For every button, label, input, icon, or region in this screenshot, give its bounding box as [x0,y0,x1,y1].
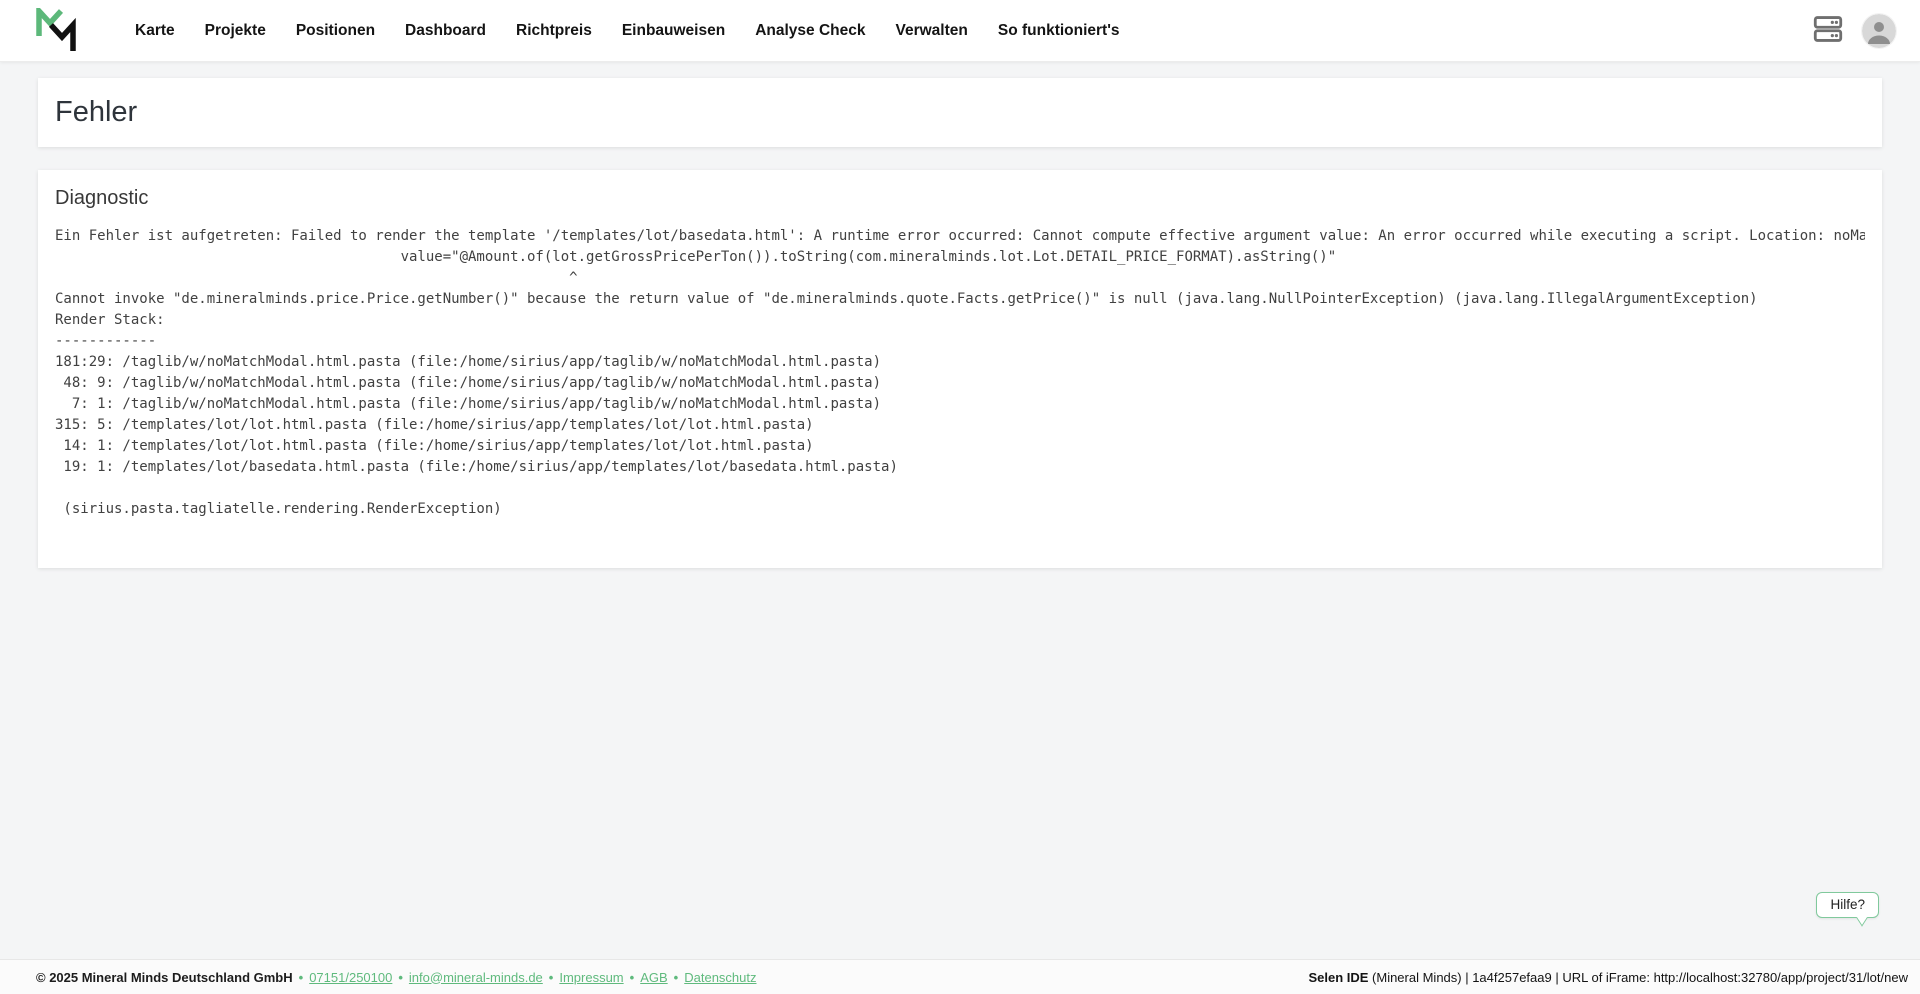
nav-right-actions [1812,14,1896,48]
diagnostic-heading: Diagnostic [55,187,1865,210]
nav-item-positionen[interactable]: Positionen [281,14,390,48]
nav-item-projekte[interactable]: Projekte [190,14,281,48]
footer-ide-name: Selen IDE [1308,970,1368,985]
footer-link-email[interactable]: info@mineral-minds.de [409,970,543,985]
footer-debug-info: Selen IDE (Mineral Minds) | 1a4f257efaa9… [1308,970,1908,985]
nav-item-dashboard[interactable]: Dashboard [390,14,501,48]
footer-separator: • [549,970,554,985]
footer-separator: • [674,970,679,985]
mineral-minds-logo-icon[interactable] [34,8,78,54]
nav-item-so-funktionierts[interactable]: So funktioniert's [983,14,1135,48]
footer-left: © 2025 Mineral Minds Deutschland GmbH • … [36,970,757,985]
footer-link-phone[interactable]: 07151/250100 [309,970,392,985]
nav-item-einbauweisen[interactable]: Einbauweisen [607,14,740,48]
error-stack-trace: Ein Fehler ist aufgetreten: Failed to re… [55,226,1865,520]
footer-separator: • [398,970,403,985]
nav-item-analyse-check[interactable]: Analyse Check [740,14,880,48]
footer-separator: • [299,970,304,985]
footer-separator: • [630,970,635,985]
help-button-label: Hilfe? [1830,897,1865,912]
nav-item-richtpreis[interactable]: Richtpreis [501,14,607,48]
user-avatar[interactable] [1862,14,1896,48]
footer-iframe-url: (Mineral Minds) | 1a4f257efaa9 | URL of … [1368,970,1908,985]
main-menu: Karte Projekte Positionen Dashboard Rich… [120,14,1135,48]
footer-link-agb[interactable]: AGB [640,970,667,985]
copyright-text: © 2025 Mineral Minds Deutschland GmbH [36,970,293,985]
footer-link-datenschutz[interactable]: Datenschutz [684,970,756,985]
help-button[interactable]: Hilfe? [1816,892,1879,918]
footer-link-impressum[interactable]: Impressum [559,970,623,985]
server-dns-icon[interactable] [1812,15,1844,46]
main-content: Fehler Diagnostic Ein Fehler ist aufgetr… [0,78,1920,568]
top-navigation-bar: Karte Projekte Positionen Dashboard Rich… [0,0,1920,62]
page-title: Fehler [55,96,137,129]
diagnostic-card: Diagnostic Ein Fehler ist aufgetreten: F… [38,170,1882,568]
nav-item-verwalten[interactable]: Verwalten [880,14,982,48]
footer: © 2025 Mineral Minds Deutschland GmbH • … [0,959,1920,994]
nav-item-karte[interactable]: Karte [120,14,190,48]
error-title-card: Fehler [38,78,1882,147]
